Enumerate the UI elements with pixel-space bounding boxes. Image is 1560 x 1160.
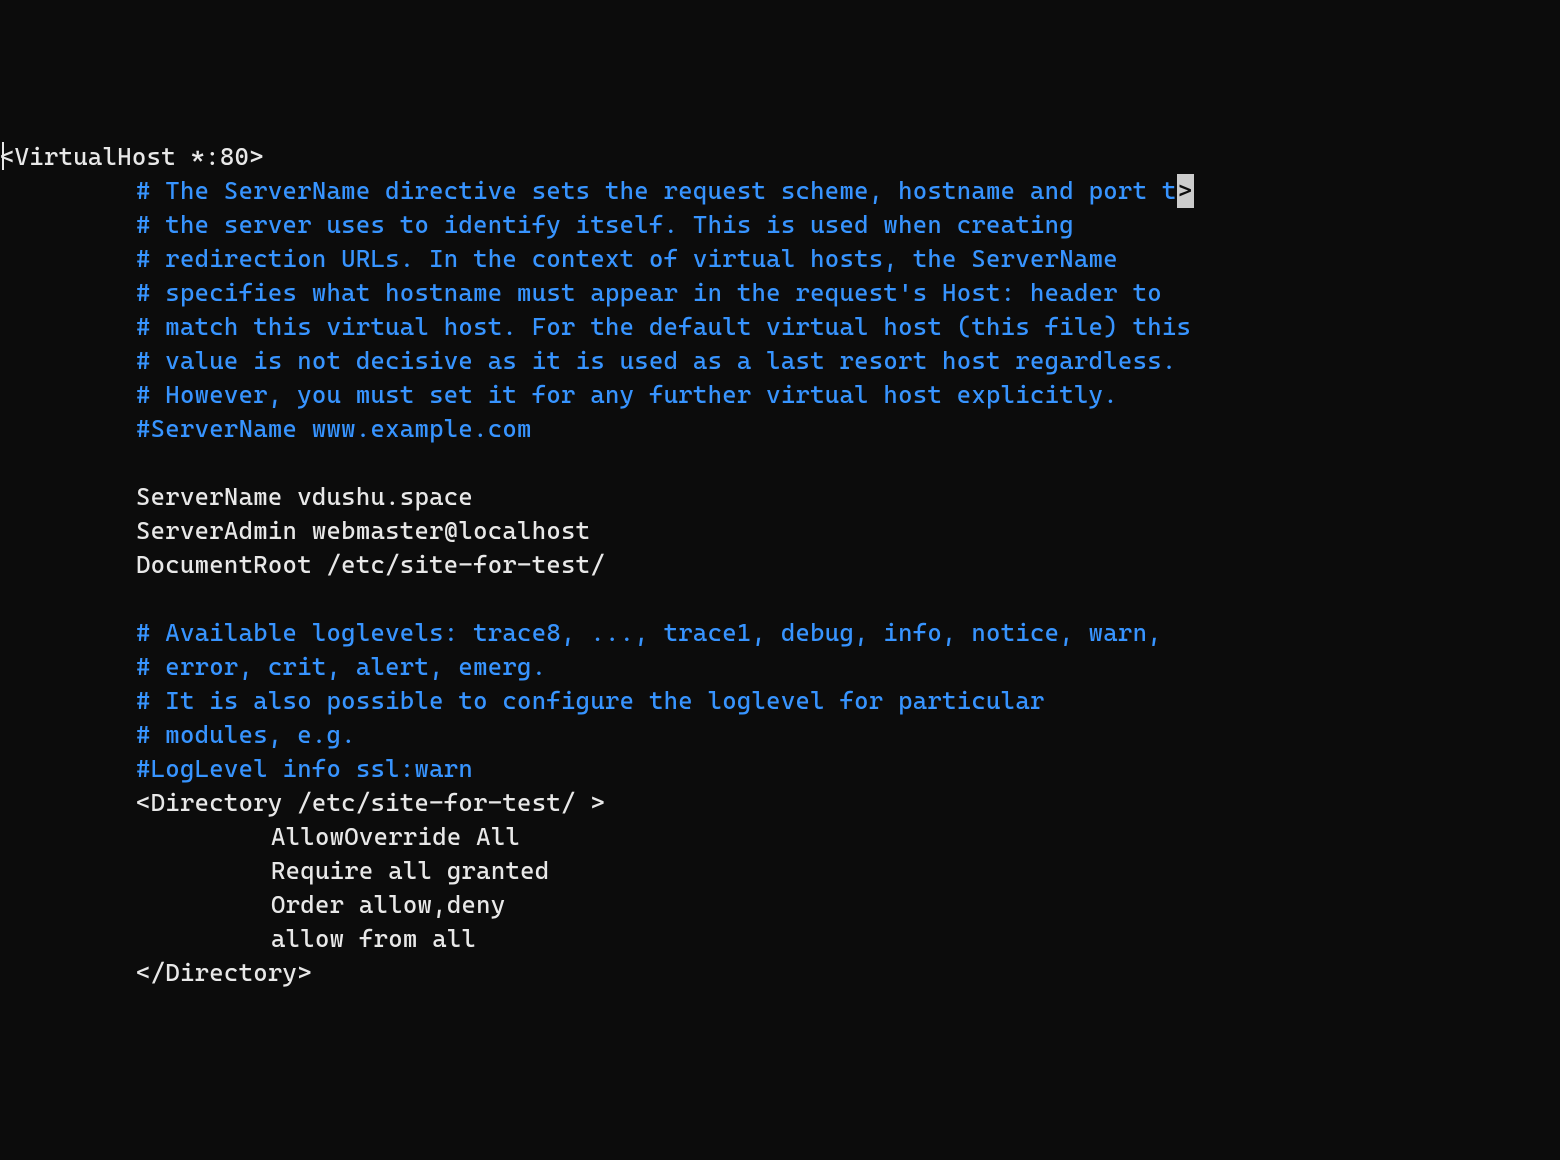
- terminal-editor[interactable]: <VirtualHost *:80># The ServerName direc…: [0, 136, 1560, 990]
- config-comment-line: # The ServerName directive sets the requ…: [0, 174, 1560, 208]
- config-comment-line: #LogLevel info ssl:warn: [0, 752, 1560, 786]
- blank-line: [0, 582, 1560, 616]
- config-line: Order allow,deny: [0, 888, 1560, 922]
- config-comment-line: # It is also possible to configure the l…: [0, 684, 1560, 718]
- config-line: allow from all: [0, 922, 1560, 956]
- config-line: DocumentRoot /etc/site-for-test/: [0, 548, 1560, 582]
- config-line: <VirtualHost *:80>: [0, 140, 1560, 174]
- config-comment-line: #ServerName www.example.com: [0, 412, 1560, 446]
- config-comment-line: # Available loglevels: trace8, ..., trac…: [0, 616, 1560, 650]
- config-line: </Directory>: [0, 956, 1560, 990]
- config-comment-line: # the server uses to identify itself. Th…: [0, 208, 1560, 242]
- config-line: Require all granted: [0, 854, 1560, 888]
- blank-line: [0, 446, 1560, 480]
- config-comment-line: # match this virtual host. For the defau…: [0, 310, 1560, 344]
- config-line: ServerName vdushu.space: [0, 480, 1560, 514]
- config-line: <Directory /etc/site-for-test/ >: [0, 786, 1560, 820]
- config-comment-line: # error, crit, alert, emerg.: [0, 650, 1560, 684]
- config-comment-line: # modules, e.g.: [0, 718, 1560, 752]
- config-line: AllowOverride All: [0, 820, 1560, 854]
- config-line: ServerAdmin webmaster@localhost: [0, 514, 1560, 548]
- config-comment-line: # value is not decisive as it is used as…: [0, 344, 1560, 378]
- cursor-block: >: [1177, 174, 1194, 208]
- config-comment-line: # redirection URLs. In the context of vi…: [0, 242, 1560, 276]
- config-comment-line: # However, you must set it for any furth…: [0, 378, 1560, 412]
- config-comment-line: # specifies what hostname must appear in…: [0, 276, 1560, 310]
